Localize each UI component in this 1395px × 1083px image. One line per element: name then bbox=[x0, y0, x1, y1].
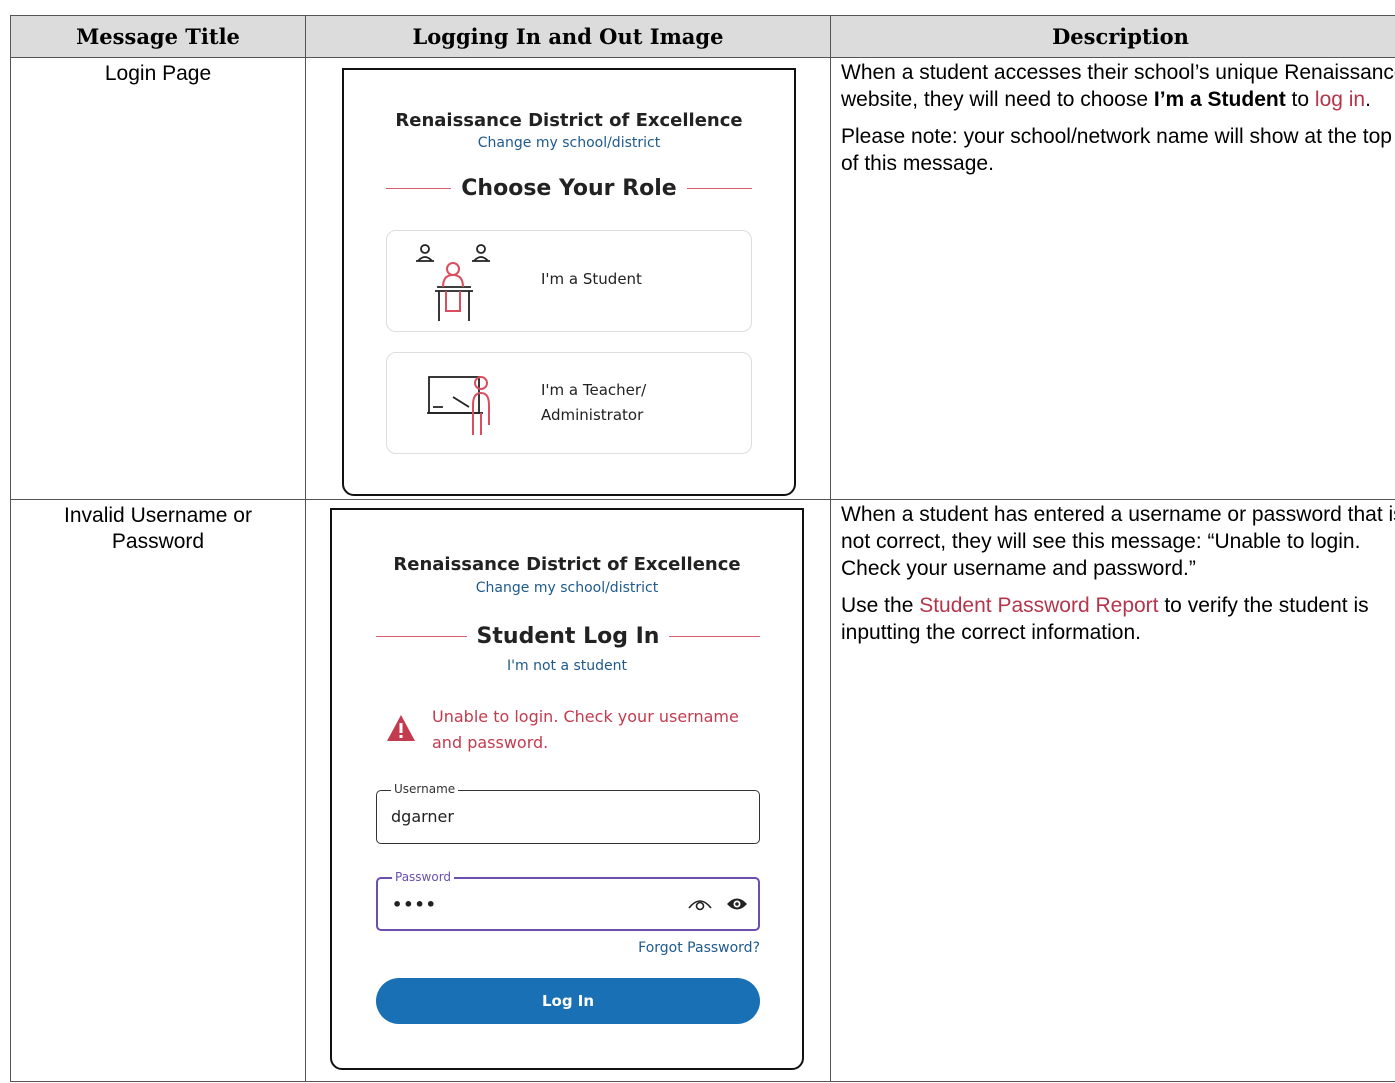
header-message-title: Message Title bbox=[10, 15, 306, 58]
choose-role-heading: Choose Your Role bbox=[386, 176, 752, 201]
image-cell: Renaissance District of Excellence Chang… bbox=[305, 499, 831, 1082]
change-school-link[interactable]: Change my school/district bbox=[332, 580, 802, 596]
table-row: Invalid Username or Password Renaissance… bbox=[10, 499, 1395, 1082]
student-password-report-link[interactable]: Student Password Report bbox=[919, 594, 1158, 617]
header-description: Description bbox=[830, 15, 1395, 58]
description-paragraph: Use the Student Password Report to verif… bbox=[841, 592, 1395, 646]
error-text: Unable to login. Check your username and… bbox=[432, 707, 739, 752]
username-value: dgarner bbox=[391, 807, 454, 826]
password-value: •••• bbox=[392, 895, 437, 914]
table-row: Login Page Renaissance District of Excel… bbox=[10, 57, 1395, 500]
teacher-role-card[interactable]: I'm a Teacher/ Administrator bbox=[386, 352, 752, 454]
student-login-heading: Student Log In bbox=[376, 624, 761, 649]
description-paragraph: When a student has entered a username or… bbox=[841, 503, 1395, 580]
message-title: Invalid Username or Password bbox=[64, 504, 252, 553]
header-image: Logging In and Out Image bbox=[305, 15, 831, 58]
username-label: Username bbox=[391, 782, 459, 796]
image-cell: Renaissance District of Excellence Chang… bbox=[305, 57, 831, 500]
message-title: Login Page bbox=[104, 62, 212, 85]
student-role-card[interactable]: I'm a Student bbox=[386, 230, 752, 332]
org-name: Renaissance District of Excellence bbox=[393, 554, 741, 575]
warning-icon bbox=[387, 715, 415, 741]
description-paragraph: When a student accesses their school’s u… bbox=[841, 59, 1395, 113]
message-title-cell: Login Page bbox=[10, 57, 306, 500]
eye-icon[interactable] bbox=[726, 896, 748, 912]
teacher-board-icon bbox=[427, 376, 490, 435]
student-desk-icon bbox=[416, 244, 490, 321]
teacher-role-label-1: I'm a Teacher/ bbox=[541, 381, 647, 399]
org-name: Renaissance District of Excellence bbox=[395, 110, 743, 131]
description-text: Use the bbox=[841, 594, 920, 617]
error-message: Unable to login. Check your username and… bbox=[384, 704, 784, 760]
message-title-cell: Invalid Username or Password bbox=[10, 499, 306, 1082]
not-student-link[interactable]: I'm not a student bbox=[332, 658, 802, 674]
description-cell: When a student accesses their school’s u… bbox=[830, 57, 1395, 500]
change-school-link[interactable]: Change my school/district bbox=[344, 135, 794, 151]
student-role-label: I'm a Student bbox=[541, 270, 642, 288]
student-option-emphasis: I’m a Student bbox=[1153, 88, 1286, 111]
description-cell: When a student has entered a username or… bbox=[830, 499, 1395, 1082]
username-field[interactable]: Username dgarner bbox=[376, 782, 760, 844]
student-login-screenshot: Renaissance District of Excellence Chang… bbox=[330, 508, 804, 1070]
forgot-password-link[interactable]: Forgot Password? bbox=[638, 940, 760, 956]
log-in-link[interactable]: log in bbox=[1315, 88, 1365, 111]
password-label: Password bbox=[392, 870, 455, 884]
description-text: . bbox=[1365, 88, 1371, 111]
log-in-button[interactable]: Log In bbox=[376, 978, 760, 1024]
eye-outline-icon[interactable] bbox=[688, 896, 712, 912]
heading-text: Student Log In bbox=[476, 624, 660, 649]
description-text: to bbox=[1285, 88, 1315, 111]
description-note: Please note: your school/network name wi… bbox=[841, 125, 1392, 175]
heading-text: Choose Your Role bbox=[461, 176, 677, 201]
choose-role-screenshot: Renaissance District of Excellence Chang… bbox=[342, 68, 796, 496]
password-field[interactable]: Password •••• bbox=[376, 870, 760, 931]
message-table: Message Title Logging In and Out Image D… bbox=[10, 15, 1395, 1082]
teacher-role-label-2: Administrator bbox=[541, 406, 644, 424]
table-header-row: Message Title Logging In and Out Image D… bbox=[10, 15, 1395, 58]
